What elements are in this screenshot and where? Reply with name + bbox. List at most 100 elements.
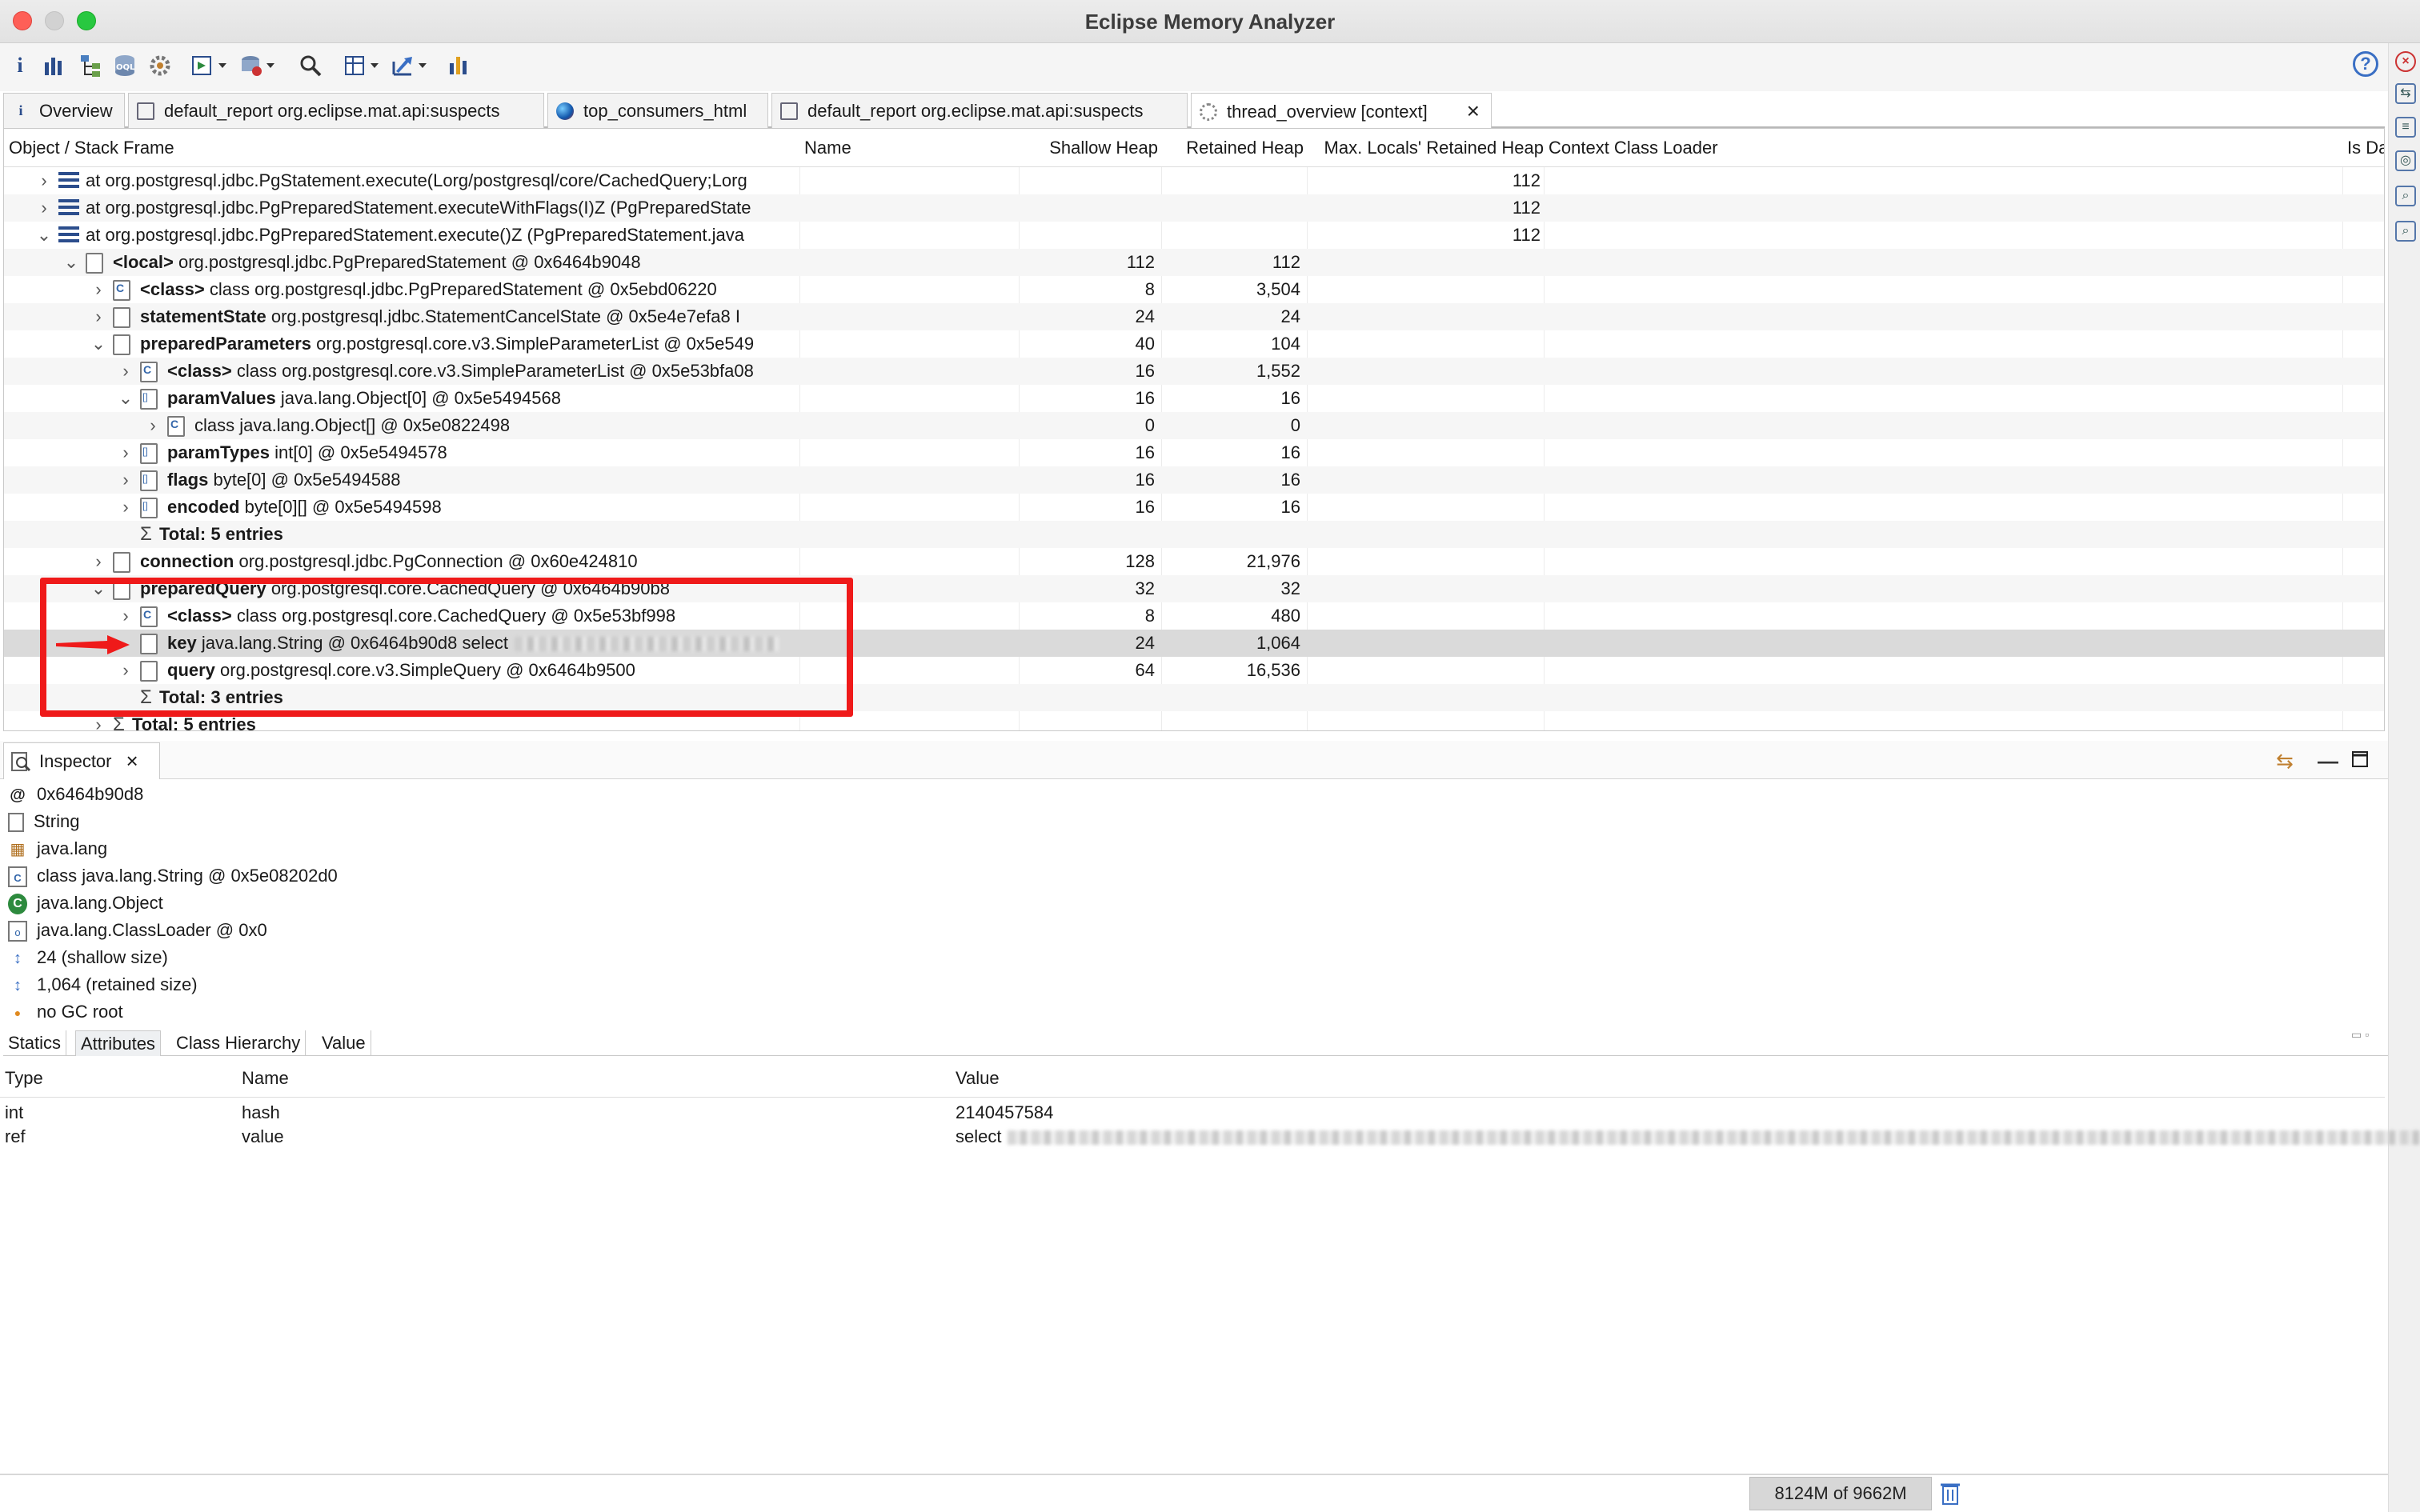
run-report-icon[interactable] bbox=[189, 50, 234, 82]
retained-heap-cell: 3,504 bbox=[1256, 279, 1300, 299]
close-tab-icon[interactable]: × bbox=[1467, 98, 1480, 124]
tab-statics[interactable]: Statics bbox=[3, 1030, 67, 1056]
table-row[interactable]: › <class> class org.postgresql.core.v3.Si… bbox=[4, 358, 2384, 385]
stack-frame-row[interactable]: ⌄ at org.postgresql.jdbc.PgPreparedStatem… bbox=[4, 222, 2384, 249]
search-view-icon[interactable]: ⌕ bbox=[2395, 186, 2416, 206]
max-locals-cell bbox=[1308, 330, 1541, 358]
query-browser-icon[interactable] bbox=[237, 50, 282, 82]
field-name: Total: 5 entries bbox=[159, 524, 283, 544]
group-result-icon[interactable] bbox=[341, 50, 386, 82]
tab-top-consumers[interactable]: top_consumers_html bbox=[547, 93, 768, 128]
chevron-right-icon[interactable]: › bbox=[118, 494, 134, 521]
help-icon[interactable]: ? bbox=[2353, 51, 2378, 77]
chevron-right-icon[interactable]: › bbox=[90, 303, 106, 330]
table-row[interactable]: int hash 2140457584 bbox=[0, 1101, 2385, 1125]
table-row[interactable]: ⌄ paramValues java.lang.Object[0] @ 0x5e5… bbox=[4, 385, 2384, 412]
details-view-icon[interactable]: ⌕ bbox=[2395, 221, 2416, 242]
inspector-class-object[interactable]: Cclass java.lang.String @ 0x5e08202d0 bbox=[8, 862, 338, 890]
tab-thread-overview[interactable]: thread_overview [context] × bbox=[1191, 93, 1492, 130]
chevron-right-icon[interactable]: › bbox=[118, 358, 134, 385]
object-cell: encoded byte[0][] @ 0x5e5494598 bbox=[167, 494, 796, 521]
column-header-value[interactable]: Value bbox=[956, 1059, 1000, 1098]
inspector-subtabs: Statics Attributes Class Hierarchy Value bbox=[3, 1030, 2388, 1056]
object-label: org.postgresql.core.v3.SimpleParameterLi… bbox=[311, 334, 755, 354]
max-locals-cell bbox=[1308, 494, 1541, 521]
tab-attributes[interactable]: Attributes bbox=[75, 1030, 161, 1056]
inspector-icon bbox=[11, 751, 31, 771]
total-row[interactable]: Σ Total: 5 entries bbox=[4, 521, 2384, 548]
inspector-superclass[interactable]: Cjava.lang.Object bbox=[8, 890, 163, 917]
globe-icon bbox=[556, 102, 574, 120]
garbage-collect-icon[interactable] bbox=[1940, 1480, 1961, 1506]
heap-dump-overview-icon[interactable] bbox=[443, 50, 475, 82]
column-header-context-class-loader[interactable]: Context Class Loader bbox=[1545, 129, 2346, 167]
heap-status[interactable]: 8124M of 9662M bbox=[1749, 1477, 1932, 1510]
chevron-right-icon[interactable]: › bbox=[36, 167, 52, 194]
tab-default-report-2[interactable]: default_report org.eclipse.mat.api:suspe… bbox=[771, 93, 1188, 128]
table-row[interactable]: ref value select bbox=[0, 1125, 2420, 1149]
stack-frame-row[interactable]: › at org.postgresql.jdbc.PgStatement.exec… bbox=[4, 167, 2384, 194]
chevron-right-icon[interactable]: › bbox=[36, 194, 52, 222]
column-header-attr-name[interactable]: Name bbox=[242, 1059, 289, 1098]
dominator-tree-icon[interactable] bbox=[77, 50, 106, 82]
thread-overview-icon[interactable] bbox=[146, 50, 174, 82]
chevron-down-icon[interactable]: ⌄ bbox=[90, 330, 106, 358]
histogram-icon[interactable] bbox=[40, 50, 69, 82]
tab-default-report-1[interactable]: default_report org.eclipse.mat.api:suspe… bbox=[128, 93, 544, 128]
maximize-view-icon[interactable] bbox=[2351, 749, 2369, 774]
retained-heap-cell: 16,536 bbox=[1246, 660, 1300, 680]
tab-class-hierarchy[interactable]: Class Hierarchy bbox=[171, 1030, 307, 1056]
table-row[interactable]: ⌄ <local> org.postgresql.jdbc.PgPreparedS… bbox=[4, 249, 2384, 276]
navigation-history-icon[interactable]: ⇆ bbox=[2395, 83, 2416, 104]
inspector-address: @0x6464b90d8 bbox=[8, 781, 143, 808]
chevron-down-icon[interactable]: ⌄ bbox=[36, 222, 52, 249]
table-row[interactable]: ⌄ preparedParameters org.postgresql.core.… bbox=[4, 330, 2384, 358]
column-header-retained-heap[interactable]: Retained Heap bbox=[1163, 129, 1307, 167]
minimize-view-icon[interactable]: — bbox=[2318, 749, 2338, 774]
tab-inspector[interactable]: Inspector × bbox=[3, 742, 160, 779]
array-icon bbox=[140, 443, 158, 464]
chevron-right-icon[interactable]: › bbox=[118, 466, 134, 494]
close-perspective-icon[interactable]: × bbox=[2395, 51, 2416, 72]
export-icon[interactable] bbox=[389, 50, 434, 82]
chevron-right-icon[interactable]: › bbox=[90, 548, 106, 575]
table-row[interactable]: › statementState org.postgresql.jdbc.Stat… bbox=[4, 303, 2384, 330]
table-row[interactable]: › paramTypes int[0] @ 0x5e5494578 16 16 bbox=[4, 439, 2384, 466]
column-header-type[interactable]: Type bbox=[5, 1059, 43, 1098]
chevron-down-icon[interactable]: ⌄ bbox=[63, 249, 79, 276]
column-header-max-locals[interactable]: Max. Locals' Retained Heap bbox=[1308, 129, 1547, 167]
inspector-view-icon[interactable]: ◎ bbox=[2395, 150, 2416, 171]
inspector-classloader[interactable]: o java.lang.ClassLoader @ 0x0 bbox=[8, 917, 267, 944]
object-cell: Total: 5 entries bbox=[159, 521, 796, 548]
max-locals-cell bbox=[1308, 276, 1541, 303]
table-row[interactable]: › connection org.postgresql.jdbc.PgConnec… bbox=[4, 548, 2384, 575]
close-inspector-icon[interactable]: × bbox=[126, 749, 138, 774]
stack-frame-row[interactable]: › at org.postgresql.jdbc.PgPreparedStatem… bbox=[4, 194, 2384, 222]
table-row[interactable]: › <class> class org.postgresql.jdbc.PgPre… bbox=[4, 276, 2384, 303]
chevron-right-icon[interactable]: › bbox=[145, 412, 161, 439]
column-header-name[interactable]: Name bbox=[801, 129, 1017, 167]
chevron-right-icon[interactable]: › bbox=[118, 439, 134, 466]
inspector-tab-label: Inspector bbox=[39, 750, 112, 771]
table-row[interactable]: › flags byte[0] @ 0x5e5494588 16 16 bbox=[4, 466, 2384, 494]
find-object-icon[interactable] bbox=[296, 50, 325, 82]
shallow-heap-cell: 8 bbox=[1144, 606, 1155, 626]
column-header-is-daemon[interactable]: Is Da bbox=[2344, 129, 2384, 167]
tab-value[interactable]: Value bbox=[317, 1030, 371, 1056]
chevron-right-icon[interactable]: › bbox=[90, 276, 106, 303]
notes-icon[interactable]: ≡ bbox=[2395, 117, 2416, 138]
table-row[interactable]: › class java.lang.Object[] @ 0x5e0822498 0… bbox=[4, 412, 2384, 439]
link-with-editor-icon[interactable]: ⇆ bbox=[2276, 749, 2294, 774]
column-header-object[interactable]: Object / Stack Frame bbox=[6, 129, 798, 167]
tab-overview[interactable]: i Overview bbox=[3, 93, 125, 128]
table-row[interactable]: › encoded byte[0][] @ 0x5e5494598 16 16 bbox=[4, 494, 2384, 521]
tab-label: default_report org.eclipse.mat.api:suspe… bbox=[807, 100, 1144, 121]
oql-icon[interactable]: OQL bbox=[110, 50, 139, 82]
attr-value: 2140457584 bbox=[956, 1102, 1054, 1122]
column-header-shallow-heap[interactable]: Shallow Heap bbox=[1020, 129, 1161, 167]
object-cell: connection org.postgresql.jdbc.PgConnect… bbox=[140, 548, 796, 575]
max-locals-cell bbox=[1308, 521, 1541, 548]
info-icon[interactable]: i bbox=[8, 50, 32, 82]
chevron-down-icon[interactable]: ⌄ bbox=[118, 385, 134, 412]
shallow-heap-cell bbox=[1020, 684, 1155, 711]
